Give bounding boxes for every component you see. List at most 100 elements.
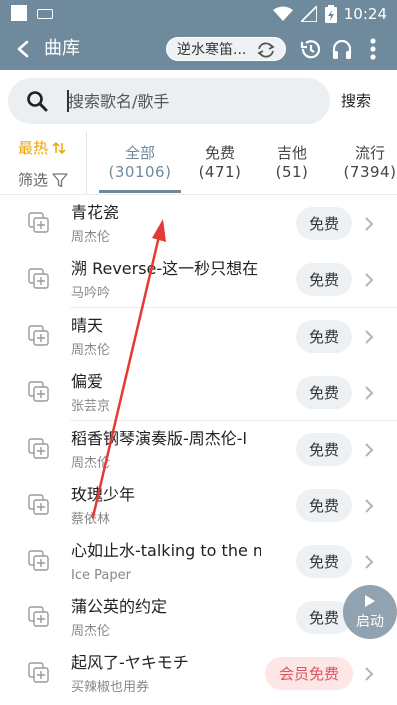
tab-all[interactable]: 全部 (30106) [100, 144, 180, 182]
tab-guitar[interactable]: 吉他 (51) [266, 144, 318, 182]
sort-hot-button[interactable]: 最热 [18, 138, 66, 158]
vip-free-badge[interactable]: 会员免费 [265, 657, 353, 690]
song-row[interactable]: 玫瑰少年 蔡依林 免费 [0, 477, 397, 534]
song-artist: 买辣椒也用券 [71, 680, 150, 695]
song-row[interactable]: 蒲公英的约定 周杰伦 免费 [0, 589, 397, 646]
back-arrow-icon [17, 40, 29, 58]
price-badge[interactable]: 免费 [296, 207, 352, 240]
song-row[interactable]: 偏爱 张芸京 免费 [0, 364, 397, 421]
tab-label: 免费 [204, 144, 235, 162]
song-title: 起风了-ヤキモチ [71, 653, 189, 672]
song-title: 心如止水-talking to the m [71, 541, 261, 560]
more-vertical-icon [370, 38, 376, 60]
add-to-playlist-icon[interactable] [28, 325, 50, 347]
back-button[interactable] [10, 36, 36, 62]
song-row[interactable]: 起风了-ヤキモチ 买辣椒也用券 会员免费 [0, 645, 397, 702]
song-artist: 周杰伦 [71, 456, 111, 471]
price-badge[interactable]: 免费 [296, 376, 352, 409]
keyboard-icon [37, 9, 53, 19]
headphones-button[interactable] [329, 36, 355, 62]
filter-funnel-icon [52, 172, 68, 187]
text-cursor [67, 90, 69, 112]
filter-row: 最热 筛选 全部 (30106) 免费 (471) 吉他 (51) 流行 (73… [0, 132, 397, 194]
history-button[interactable] [297, 36, 323, 62]
song-title: 玫瑰少年 [71, 485, 136, 504]
tab-count: (471) [198, 163, 242, 181]
signal-icon [301, 6, 317, 22]
now-playing-pill[interactable]: 逆水寒笛... [166, 37, 286, 61]
battery-icon [325, 5, 337, 23]
clock: 10:24 [343, 5, 387, 23]
history-icon [300, 40, 321, 59]
add-to-playlist-icon[interactable] [28, 381, 50, 403]
active-tab-indicator [99, 190, 181, 193]
status-bar: 10:24 [0, 0, 397, 28]
tab-count: (7394) [343, 163, 397, 181]
add-to-playlist-icon[interactable] [28, 606, 50, 628]
add-to-playlist-icon[interactable] [28, 662, 50, 684]
song-artist: 周杰伦 [71, 343, 111, 358]
app-header: 曲库 逆水寒笛... [0, 28, 397, 70]
song-title: 晴天 [71, 316, 104, 335]
song-artist: 周杰伦 [71, 624, 111, 639]
add-to-playlist-icon[interactable] [28, 438, 50, 460]
now-playing-title: 逆水寒笛... [177, 42, 247, 58]
filter-label: 筛选 [18, 171, 49, 189]
add-to-playlist-icon[interactable] [28, 212, 50, 234]
song-row[interactable]: 晴天 周杰伦 免费 [0, 308, 397, 365]
song-title: 稻香钢琴演奏版-周杰伦-l [71, 429, 247, 448]
tab-pop[interactable]: 流行 (7394) [338, 144, 397, 182]
song-row[interactable]: 心如止水-talking to the m Ice Paper 免费 [0, 533, 397, 590]
chevron-right-icon [365, 217, 374, 231]
price-badge[interactable]: 免费 [296, 320, 352, 353]
search-icon [27, 91, 48, 112]
price-badge[interactable]: 免费 [296, 263, 352, 296]
song-artist: 蔡依林 [71, 512, 111, 527]
status-icons [273, 5, 337, 23]
chevron-right-icon [365, 667, 374, 681]
divider [86, 132, 87, 194]
song-artist: 张芸京 [71, 399, 111, 414]
price-badge[interactable]: 免费 [296, 433, 352, 466]
page-title: 曲库 [44, 38, 80, 59]
tab-free[interactable]: 免费 (471) [192, 144, 248, 182]
chevron-right-icon [365, 273, 374, 287]
song-artist: 周杰伦 [71, 230, 111, 245]
song-row[interactable]: 溯 Reverse-这一秒只想在 马吟吟 免费 [0, 251, 397, 308]
song-title: 青花瓷 [71, 203, 120, 222]
song-title: 偏爱 [71, 372, 104, 391]
refresh-icon[interactable] [256, 41, 276, 59]
chevron-right-icon [365, 330, 374, 344]
tab-count: (30106) [108, 163, 172, 181]
headphones-icon [332, 39, 352, 59]
wifi-icon [273, 6, 293, 21]
sort-arrows-icon [52, 141, 66, 155]
song-row[interactable]: 青花瓷 周杰伦 免费 [0, 195, 397, 252]
song-artist: Ice Paper [71, 568, 131, 583]
tab-label: 全部 [124, 144, 155, 162]
chevron-right-icon [365, 386, 374, 400]
search-box[interactable] [8, 78, 330, 124]
notification-icon [11, 5, 27, 21]
tab-label: 吉他 [276, 144, 307, 162]
search-button[interactable]: 搜索 [341, 90, 371, 112]
tab-label: 流行 [354, 144, 385, 162]
add-to-playlist-icon[interactable] [28, 494, 50, 516]
filter-button[interactable]: 筛选 [18, 170, 68, 190]
sort-label: 最热 [18, 139, 49, 157]
song-title: 溯 Reverse-这一秒只想在 [71, 259, 259, 278]
launch-fab[interactable]: 启动 [343, 585, 397, 639]
price-badge[interactable]: 免费 [296, 545, 352, 578]
song-artist: 马吟吟 [71, 286, 111, 301]
add-to-playlist-icon[interactable] [28, 268, 50, 290]
search-bar: 搜索 [0, 70, 397, 132]
song-title: 蒲公英的约定 [71, 597, 168, 616]
search-input[interactable] [68, 88, 318, 114]
chevron-right-icon [365, 443, 374, 457]
song-row[interactable]: 稻香钢琴演奏版-周杰伦-l 周杰伦 免费 [0, 421, 397, 478]
add-to-playlist-icon[interactable] [28, 550, 50, 572]
more-menu-button[interactable] [360, 36, 386, 62]
tab-count: (51) [275, 163, 309, 181]
price-badge[interactable]: 免费 [296, 489, 352, 522]
fab-label: 启动 [356, 614, 384, 630]
